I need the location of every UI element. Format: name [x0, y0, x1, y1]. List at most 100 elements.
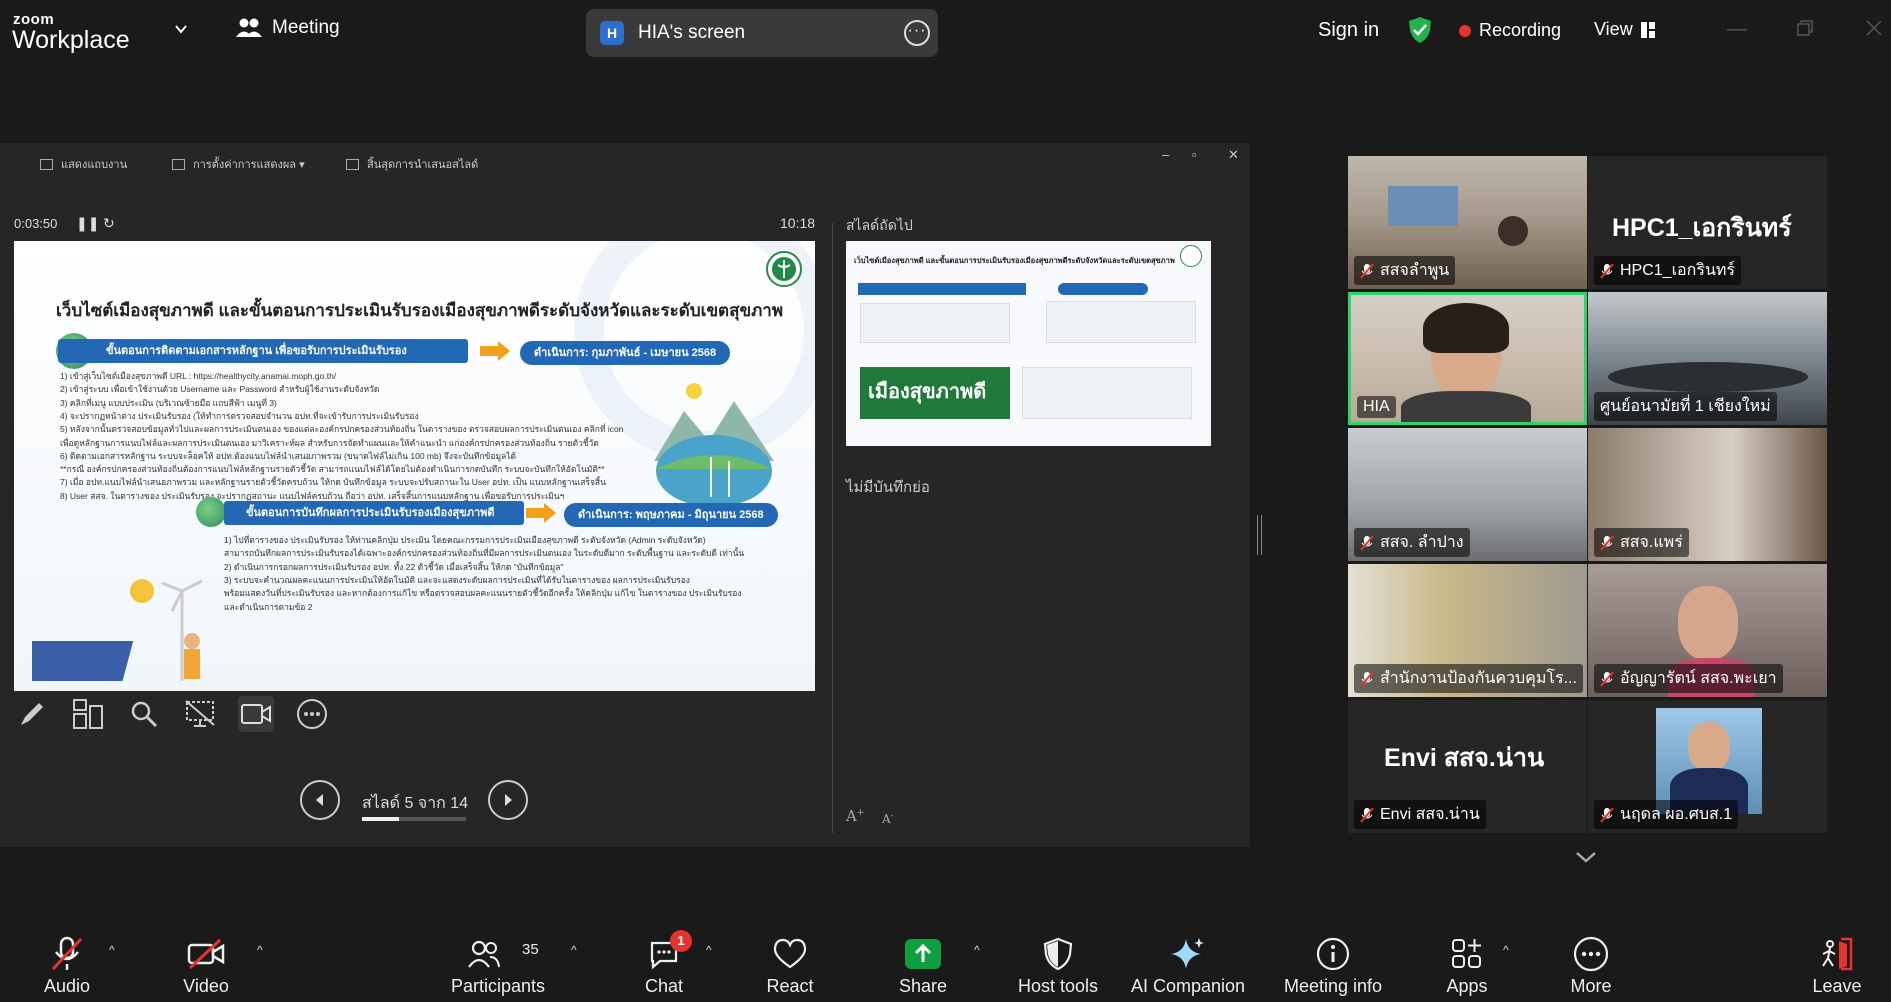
slide-counter: สไลด์ 5 จาก 14	[362, 795, 469, 812]
video-button[interactable]: Video	[180, 917, 232, 1002]
next-date-bar	[1058, 283, 1148, 295]
shared-presentation: แสดงแถบงาน การตั้งค่าการแสดงผล ▾ สิ้นสุด…	[0, 143, 1250, 847]
zoom-magnifier-icon[interactable]	[126, 696, 162, 732]
apps-options-caret-icon[interactable]: ^	[1503, 943, 1509, 957]
more-button[interactable]: More	[1569, 917, 1613, 1002]
sign-in-link[interactable]: Sign in	[1318, 19, 1379, 42]
section1-step-line: เพื่อดูหลักฐานการแนบไฟล์และผลการประเมินต…	[60, 437, 599, 448]
reset-timer-icon[interactable]: ↻	[103, 215, 115, 232]
view-menu[interactable]: View	[1594, 19, 1655, 40]
video-tile-active-speaker[interactable]: HIA	[1348, 292, 1587, 425]
pause-timer-icon[interactable]: ❚❚	[76, 215, 99, 232]
slide-progress-bar	[362, 817, 466, 821]
video-options-caret-icon[interactable]: ^	[257, 943, 263, 957]
panel-resize-handle[interactable]	[1257, 515, 1262, 555]
panel-divider[interactable]	[832, 223, 833, 833]
share-screen-icon	[905, 939, 941, 969]
host-tools-button[interactable]: Host tools	[1014, 917, 1102, 1002]
next-screenshot-b	[1046, 301, 1196, 343]
share-button[interactable]: Share	[897, 917, 949, 1002]
pres-minimize-icon[interactable]: –	[1162, 147, 1169, 162]
muted-mic-icon	[1360, 262, 1374, 279]
decrease-font-icon[interactable]: A-	[882, 811, 893, 826]
speaker-hair	[1423, 303, 1509, 353]
pres-close-icon[interactable]: ✕	[1228, 147, 1239, 163]
video-tile[interactable]: นฤดล ผอ.ศบส.1	[1588, 700, 1827, 833]
participants-options-caret-icon[interactable]: ^	[571, 943, 577, 957]
leave-label: Leave	[1812, 976, 1862, 996]
video-tile[interactable]: HPC1_เอกรินทร์ HPC1_เอกรินทร์	[1588, 156, 1827, 289]
screen-share-pill[interactable]: H HIA's screen ···	[586, 9, 938, 57]
participant-name: สสจ.แพร่	[1594, 528, 1689, 557]
pres-restore-icon[interactable]: ▫	[1192, 147, 1197, 162]
apps-button[interactable]: Apps	[1445, 917, 1489, 1002]
meeting-controls-bar: Audio ^ Video ^ Participants 35 ^ Chat 1…	[0, 917, 1891, 1002]
pen-icon[interactable]	[14, 696, 50, 732]
participant-face	[1678, 586, 1738, 660]
ai-companion-button[interactable]: AI Companion	[1128, 917, 1248, 1002]
meeting-info-button[interactable]: Meeting info	[1278, 917, 1388, 1002]
video-tile[interactable]: Envi สสจ.น่าน Envi สสจ.น่าน	[1348, 700, 1587, 833]
presenter-toolbar: แสดงแถบงาน การตั้งค่าการแสดงผล ▾ สิ้นสุด…	[0, 143, 1250, 183]
video-tile[interactable]: สสจลำพูน	[1348, 156, 1587, 289]
section2-header: ขั้นตอนการบันทึกผลการประเมินรับรองเมืองส…	[224, 501, 524, 525]
apps-label: Apps	[1446, 976, 1488, 996]
video-tile[interactable]: สสจ.แพร่	[1588, 428, 1827, 561]
minimize-window-icon[interactable]: —	[1727, 18, 1747, 41]
section1-step-line: 1) เข้าสู่เว็บไซต์เมืองสุขภาพดี URL : ht…	[60, 371, 337, 381]
participant-head	[1498, 216, 1528, 246]
security-shield-icon[interactable]	[1408, 16, 1432, 44]
increase-font-icon[interactable]: A+	[846, 807, 864, 825]
participant-name: HPC1_เอกรินทร์	[1594, 256, 1742, 285]
audio-options-caret-icon[interactable]: ^	[109, 943, 115, 957]
chat-options-caret-icon[interactable]: ^	[706, 943, 712, 957]
next-screenshot-a	[860, 303, 1010, 343]
react-button[interactable]: React	[765, 917, 815, 1002]
view-label: View	[1594, 19, 1633, 39]
camera-toggle-icon[interactable]	[238, 696, 274, 732]
department-of-health-logo	[766, 251, 802, 287]
ai-companion-label: AI Companion	[1130, 976, 1246, 996]
more-options-icon[interactable]: ···	[904, 20, 930, 46]
muted-mic-icon	[1600, 534, 1614, 551]
video-tile[interactable]: อัญญารัตน์ สสจ.พะเยา	[1588, 564, 1827, 697]
previous-slide-button[interactable]	[300, 780, 340, 820]
recording-indicator[interactable]: Recording	[1459, 20, 1561, 41]
end-slideshow-label: สิ้นสุดการนำเสนอสไลด์	[367, 159, 479, 171]
sharer-badge: H	[600, 21, 624, 45]
gallery-scroll-down-icon[interactable]	[1574, 847, 1598, 867]
next-slide-preview[interactable]: เว็บไซต์เมืองสุขภาพดี และขั้นตอนการประเม…	[846, 241, 1211, 446]
participant-name: สสจ. ลำปาง	[1354, 528, 1470, 557]
restore-window-icon[interactable]	[1797, 20, 1813, 36]
all-slides-icon[interactable]	[70, 696, 106, 732]
end-slideshow-button[interactable]: สิ้นสุดการนำเสนอสไลด์	[346, 155, 478, 173]
section1-step-line: 5) หลังจากนั้นตรวจสอบข้อมูลทั่วไปและผลกา…	[60, 424, 624, 435]
meeting-menu[interactable]: Meeting	[236, 17, 340, 39]
show-taskbar-button[interactable]: แสดงแถบงาน	[40, 155, 127, 173]
display-settings-button[interactable]: การตั้งค่าการแสดงผล ▾	[172, 155, 305, 173]
section2-date: ดำเนินการ: พฤษภาคม - มิถุนายน 2568	[564, 503, 778, 527]
section2-step-line: และดำเนินการตามข้อ 2	[224, 601, 313, 612]
more-tools-icon[interactable]	[294, 696, 330, 732]
share-options-caret-icon[interactable]: ^	[974, 943, 980, 957]
solar-wind-illustration-icon	[32, 579, 203, 681]
audio-button[interactable]: Audio	[38, 917, 96, 1002]
profile-face	[1688, 722, 1730, 772]
section1-step-line: 3) คลิกที่เมนู แบบประเมิน (บริเวณซ้ายมือ…	[60, 397, 277, 408]
current-slide: เว็บไซต์เมืองสุขภาพดี และขั้นตอนการประเม…	[14, 241, 815, 691]
participants-button[interactable]: Participants	[448, 917, 548, 1002]
participant-name: Envi สสจ.น่าน	[1354, 800, 1486, 829]
room-screen	[1388, 186, 1458, 226]
next-slide-button[interactable]	[488, 780, 528, 820]
audio-label: Audio	[43, 976, 91, 996]
black-screen-icon[interactable]	[182, 696, 218, 732]
react-label: React	[766, 976, 814, 996]
chevron-down-icon[interactable]	[174, 22, 188, 36]
close-window-icon[interactable]	[1866, 20, 1882, 36]
video-tile[interactable]: สสจ. ลำปาง	[1348, 428, 1587, 561]
video-tile[interactable]: สำนักงานป้องกันควบคุมโร...	[1348, 564, 1587, 697]
leave-button[interactable]: Leave	[1812, 917, 1862, 1002]
info-icon	[1316, 937, 1350, 971]
video-tile[interactable]: ศูนย์อนามัยที่ 1 เชียงใหม่	[1588, 292, 1827, 425]
muted-mic-icon	[1360, 806, 1374, 823]
